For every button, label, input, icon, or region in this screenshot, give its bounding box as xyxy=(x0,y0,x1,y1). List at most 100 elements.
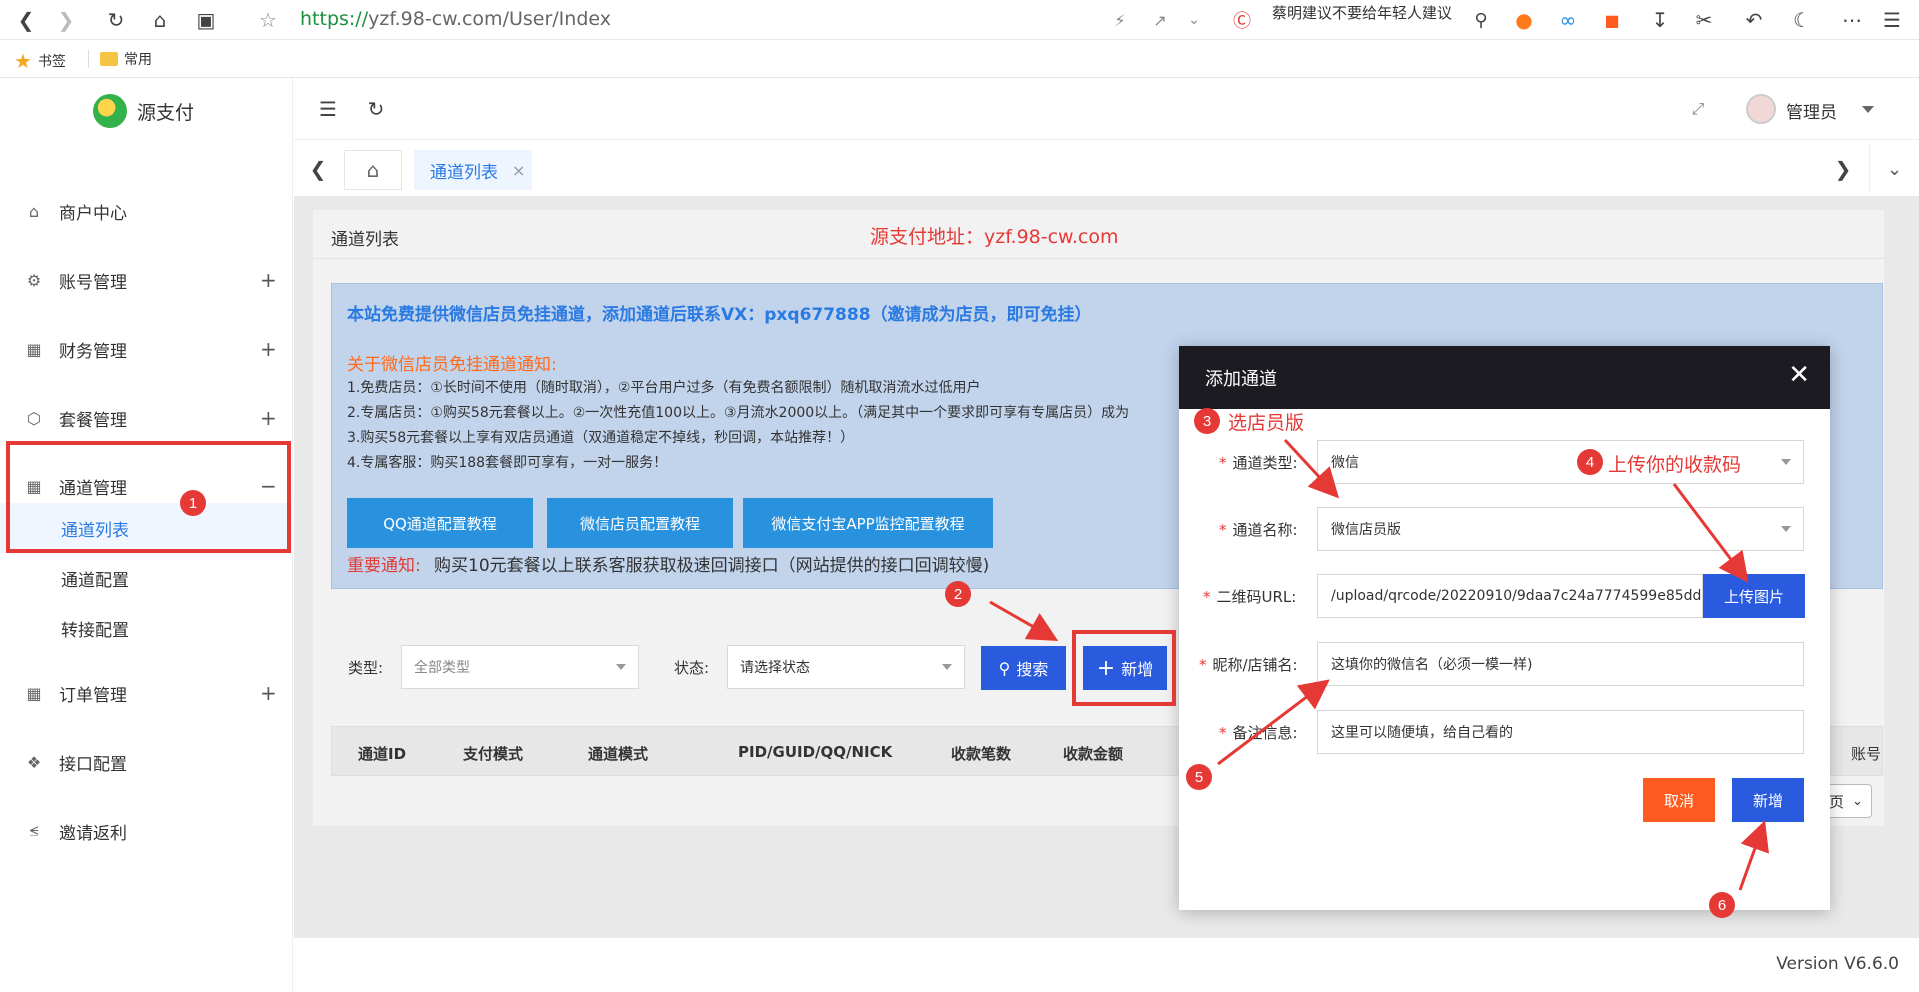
avatar[interactable] xyxy=(1746,94,1776,124)
sidebar-item-finance[interactable]: ▦ 财务管理 + xyxy=(0,324,293,374)
share-icon: ⪬ xyxy=(29,821,39,840)
home-icon: ⌂ xyxy=(366,158,380,182)
bookmark-item[interactable]: ★ 书签 xyxy=(14,49,66,73)
refresh-icon[interactable]: ↻ xyxy=(362,95,390,123)
type-filter-select[interactable]: 全部类型 xyxy=(401,645,639,689)
lightning-icon[interactable]: ⚡ xyxy=(1106,6,1134,34)
share-page-icon[interactable]: ↗ xyxy=(1146,6,1174,34)
expand-icon: + xyxy=(260,681,277,705)
sidebar-subitem-transfer-config[interactable]: 转接配置 xyxy=(0,603,293,653)
back-icon[interactable]: ❮ xyxy=(12,6,40,34)
browser-toolbar: ❮ ❯ ↻ ⌂ ▣ ☆ https://yzf.98-cw.com/User/I… xyxy=(0,0,1919,40)
channel-type-value: 微信 xyxy=(1331,455,1359,471)
wechat-clerk-tutorial-button[interactable]: 微信店员配置教程 xyxy=(547,498,733,548)
sidebar-item-package[interactable]: ⬡ 套餐管理 + xyxy=(0,393,293,443)
tab-scroll-right-icon[interactable]: ❯ xyxy=(1829,155,1857,183)
sidebar-item-api-config[interactable]: ❖ 接口配置 xyxy=(0,737,293,787)
url-scheme: https:// xyxy=(300,8,369,30)
column-header[interactable]: PID/GUID/QQ/NICK xyxy=(738,743,892,761)
column-header[interactable]: 收款金额 xyxy=(1063,743,1123,764)
more-icon[interactable]: ⋯ xyxy=(1838,6,1866,34)
sidebar-subitem-label: 转接配置 xyxy=(61,620,129,641)
chevron-down-icon[interactable]: ⌄ xyxy=(1180,6,1208,34)
tab-bar: ❮ ⌂ 通道列表 × ❯ ⌄ xyxy=(294,144,1919,194)
close-icon[interactable]: × xyxy=(512,161,525,180)
fullscreen-icon[interactable]: ⤢ xyxy=(1684,95,1712,123)
search-suggestion[interactable]: 蔡明建议不要给年轻人建议 xyxy=(1272,2,1468,22)
search-button[interactable]: ⚲ 搜索 xyxy=(981,646,1066,690)
sidebar-item-order[interactable]: ▦ 订单管理 + xyxy=(0,668,293,718)
page-title: 通道列表 xyxy=(331,230,399,250)
qrcode-url-label: * 二维码URL: xyxy=(1203,588,1297,606)
menu-toggle-icon[interactable]: ☰ xyxy=(314,95,342,123)
user-name[interactable]: 管理员 xyxy=(1786,98,1837,123)
chevron-down-icon xyxy=(616,664,626,670)
sidebar-item-label: 邀请返利 xyxy=(59,823,127,844)
column-header[interactable]: 收款笔数 xyxy=(951,743,1011,764)
finance-icon: ▦ xyxy=(26,339,42,359)
home-icon: ⌂ xyxy=(28,201,40,221)
api-icon: ❖ xyxy=(26,752,42,772)
download-icon[interactable]: ↧ xyxy=(1646,6,1674,34)
user-dropdown-icon[interactable] xyxy=(1862,106,1874,113)
search-icon[interactable]: ⚲ xyxy=(1467,6,1495,34)
notice-line: 2.专属店员：①购买58元套餐以上。②一次性充值100以上。③月流水2000以上… xyxy=(347,405,1130,421)
sidebar-item-label: 账号管理 xyxy=(59,272,127,293)
column-header[interactable]: 通道模式 xyxy=(588,743,648,764)
submit-button[interactable]: 新增 xyxy=(1732,778,1804,822)
menu-icon[interactable]: ☰ xyxy=(1878,6,1906,34)
column-header[interactable]: 通道ID xyxy=(358,743,406,764)
bookmark-label: 书签 xyxy=(37,54,66,70)
sidebar-item-merchant-center[interactable]: ⌂ 商户中心 xyxy=(0,186,293,236)
remark-input[interactable]: 这里可以随便填，给自己看的 xyxy=(1317,710,1804,754)
bookmark-folder-label: 常用 xyxy=(124,52,152,68)
page-size-label: 页 xyxy=(1829,792,1845,811)
sidebar-item-label: 接口配置 xyxy=(59,754,127,775)
sidebar-item-invite[interactable]: ⪬ 邀请返利 xyxy=(0,806,293,856)
channel-name-value: 微信店员版 xyxy=(1331,522,1401,538)
tab-dropdown-icon[interactable]: ⌄ xyxy=(1869,144,1919,194)
expand-icon: + xyxy=(260,268,277,292)
tab-home[interactable]: ⌂ xyxy=(344,150,402,190)
night-mode-icon[interactable]: ☾ xyxy=(1788,6,1816,34)
extension-icon[interactable]: ∞ xyxy=(1554,6,1582,34)
chevron-down-icon: ⌄ xyxy=(1852,793,1863,809)
column-header[interactable]: 账号 xyxy=(1851,743,1881,764)
tab-scroll-left-icon[interactable]: ❮ xyxy=(304,155,332,183)
sidebar-subitem-channel-config[interactable]: 通道配置 xyxy=(0,553,293,603)
order-icon: ▦ xyxy=(26,683,42,703)
channel-name-select[interactable]: 微信店员版 xyxy=(1317,507,1804,551)
app-logo[interactable]: 源支付 xyxy=(93,94,194,128)
scissors-icon[interactable]: ✂ xyxy=(1690,6,1718,34)
annotation-number: 1 xyxy=(180,490,206,516)
cancel-button[interactable]: 取消 xyxy=(1643,778,1715,822)
reload-icon[interactable]: ↻ xyxy=(102,6,130,34)
undo-icon[interactable]: ↶ xyxy=(1740,6,1768,34)
status-filter-select[interactable]: 请选择状态 xyxy=(727,645,965,689)
reader-icon[interactable]: ▣ xyxy=(192,6,220,34)
sidebar-item-account[interactable]: ⚙ 账号管理 + xyxy=(0,255,293,305)
tab-channel-list[interactable]: 通道列表 × xyxy=(414,150,532,190)
annotation-number: 5 xyxy=(1186,764,1212,790)
status-filter-value: 请选择状态 xyxy=(740,660,810,676)
sidebar-subitem-label: 通道配置 xyxy=(61,570,129,591)
bookmark-folder[interactable]: 常用 xyxy=(100,49,152,69)
app-monitor-tutorial-button[interactable]: 微信支付宝APP监控配置教程 xyxy=(743,498,993,548)
translate-icon[interactable]: ■ xyxy=(1598,6,1626,34)
home-icon[interactable]: ⌂ xyxy=(146,6,174,34)
type-filter-value: 全部类型 xyxy=(414,660,470,676)
forward-icon[interactable]: ❯ xyxy=(52,6,80,34)
app-name: 源支付 xyxy=(137,101,195,124)
notice-headline: 本站免费提供微信店员免挂通道，添加通道后联系VX：pxq677888（邀请成为店… xyxy=(347,305,1092,325)
qq-tutorial-button[interactable]: QQ通道配置教程 xyxy=(347,498,533,548)
game-icon[interactable]: ● xyxy=(1510,6,1538,34)
star-icon[interactable]: ☆ xyxy=(254,6,282,34)
close-icon[interactable]: ✕ xyxy=(1788,360,1810,390)
upload-image-button[interactable]: 上传图片 xyxy=(1703,574,1805,618)
nickname-input[interactable]: 这填你的微信名（必须一模一样) xyxy=(1317,642,1804,686)
qrcode-url-input[interactable]: /upload/qrcode/20220910/9daa7c24a7774599… xyxy=(1317,574,1703,618)
search-engine-icon[interactable]: Ⓒ xyxy=(1228,6,1256,34)
address-bar[interactable]: https://yzf.98-cw.com/User/Index xyxy=(300,8,611,30)
annotation-number: 6 xyxy=(1709,892,1735,918)
column-header[interactable]: 支付模式 xyxy=(463,743,523,764)
